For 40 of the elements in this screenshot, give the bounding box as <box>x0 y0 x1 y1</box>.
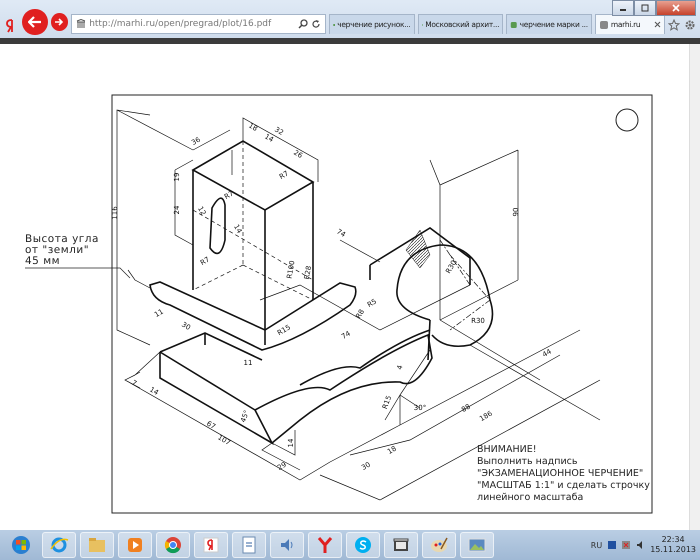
taskbar-button[interactable] <box>422 532 456 558</box>
taskbar-button[interactable] <box>308 532 342 558</box>
site-icon <box>76 19 86 29</box>
arrow-right-icon <box>54 18 64 26</box>
network-icon[interactable] <box>622 541 630 549</box>
palette-icon <box>429 535 449 555</box>
taskbar-button[interactable] <box>194 532 228 558</box>
back-button[interactable] <box>22 9 48 35</box>
close-icon <box>672 4 680 12</box>
language-indicator[interactable]: RU <box>590 540 602 550</box>
page-icon <box>598 20 609 30</box>
play-icon <box>125 535 145 555</box>
search-icon[interactable] <box>298 19 308 29</box>
refresh-icon[interactable] <box>310 19 321 29</box>
arrow-left-icon <box>28 16 42 28</box>
page-icon <box>510 20 518 30</box>
folder-icon <box>87 535 107 555</box>
taskbar-button[interactable] <box>156 532 190 558</box>
taskbar-button[interactable] <box>384 532 418 558</box>
flag-icon[interactable] <box>608 541 616 549</box>
clock[interactable]: 22:34 15.11.2013 <box>650 535 696 555</box>
forward-button[interactable] <box>50 13 68 31</box>
speaker-icon[interactable] <box>636 541 644 549</box>
notice-text: ВНИМАНИЕ! Выполнить надпись "ЭКЗАМЕНАЦИОННОЕ ЧЕРЧЕНИЕ" "МАСШТАБ 1:1" и сделать строчку линейного масштаба <box>477 444 650 504</box>
address-field[interactable]: http://marhi.ru/open/pregrad/plot/16.pdf <box>71 14 326 34</box>
close-tab-icon[interactable] <box>654 21 661 28</box>
settings-icon[interactable] <box>684 19 696 31</box>
globe-icon <box>49 535 69 555</box>
star-icon[interactable] <box>668 19 680 31</box>
close-button[interactable] <box>656 0 696 16</box>
maximize-icon <box>641 4 649 12</box>
minimize-button[interactable] <box>612 0 634 16</box>
letter-icon <box>201 535 221 555</box>
y-logo-icon <box>315 535 335 555</box>
side-note: Высота угла от "земли" 45 мм <box>25 234 99 267</box>
taskbar-button[interactable] <box>270 532 304 558</box>
circle-mark <box>616 108 638 132</box>
maximize-button[interactable] <box>634 0 656 16</box>
windows-logo-icon <box>11 535 31 555</box>
scrollbar[interactable] <box>689 44 700 530</box>
